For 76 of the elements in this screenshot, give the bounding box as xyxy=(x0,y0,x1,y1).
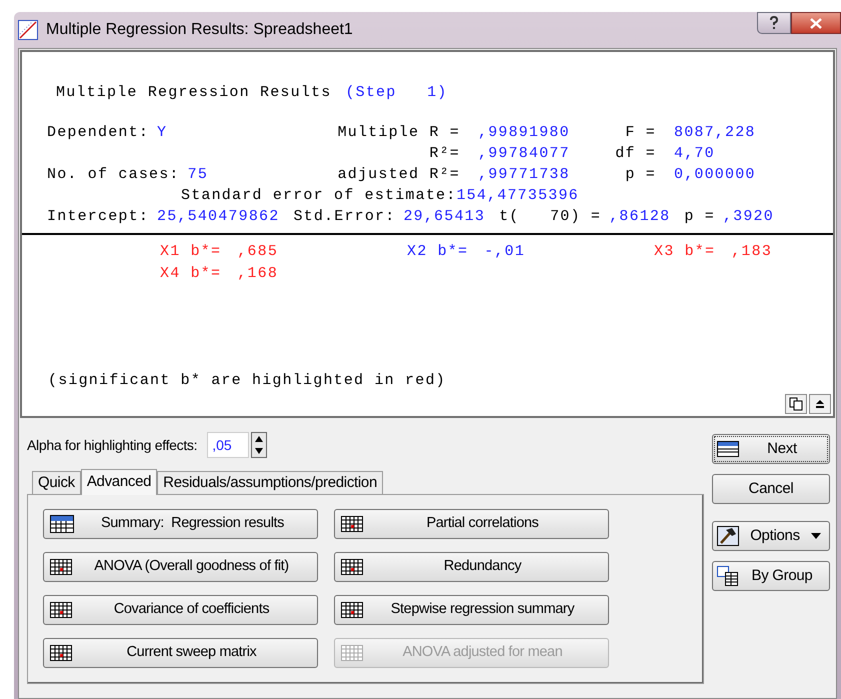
window-title: Multiple Regression Results: Spreadsheet1 xyxy=(46,20,353,40)
arrow-up-icon xyxy=(816,399,824,409)
table-icon xyxy=(50,645,72,661)
stat-label: F = xyxy=(624,124,656,140)
close-icon xyxy=(810,18,822,28)
stat-value: 29,65413 xyxy=(403,208,486,224)
table-icon xyxy=(717,441,739,457)
stat-value: 0,000000 xyxy=(674,166,756,182)
table-icon xyxy=(341,559,363,575)
stat-value: ,86128 xyxy=(609,208,670,224)
stat-label: Standard error of estimate: xyxy=(181,187,456,203)
table-icon xyxy=(341,602,363,618)
coefficient-label: X4 b*= xyxy=(160,265,222,283)
stat-value: 25,540479862 xyxy=(157,208,280,224)
table-icon xyxy=(341,645,363,661)
coefficient-label: X2 b*= xyxy=(407,243,468,261)
hammer-icon xyxy=(717,526,739,546)
action-button[interactable]: ANOVA (Overall goodness of fit) xyxy=(43,552,318,582)
alpha-label: Alpha for highlighting effects: xyxy=(27,436,198,455)
copy-icon xyxy=(789,397,803,411)
stat-value: 154,47735396 xyxy=(456,187,579,203)
table-icon xyxy=(341,516,363,532)
options-dropdown[interactable]: Options xyxy=(712,521,830,551)
by-group-icon xyxy=(717,566,739,586)
action-button[interactable]: Stepwise regression summary xyxy=(334,595,609,625)
action-button[interactable]: Redundancy xyxy=(334,552,609,582)
action-button[interactable]: Current sweep matrix xyxy=(43,638,318,668)
coefficient-value: -,01 xyxy=(484,243,526,261)
stat-value: 8087,228 xyxy=(674,124,756,140)
stat-label: adjusted R²= xyxy=(336,166,460,182)
stat-label: p = xyxy=(624,166,656,182)
stat-label: No. of cases: xyxy=(47,166,180,182)
tab[interactable]: Quick xyxy=(32,471,81,494)
stat-label: Std.Error: xyxy=(293,208,396,224)
stat-value: ,99784077 xyxy=(478,145,570,161)
stat-value: ,99771738 xyxy=(478,166,570,182)
dialog-button[interactable]: By Group xyxy=(712,561,830,591)
table-icon xyxy=(50,559,72,575)
dialog-button[interactable]: Next xyxy=(712,434,830,464)
stat-label: Multiple R = xyxy=(336,124,460,140)
chart-icon xyxy=(18,20,38,40)
stat-value: ,3920 xyxy=(722,208,774,224)
stat-value: ,99891980 xyxy=(478,124,570,140)
stat-value: 4,70 xyxy=(674,145,715,161)
stat-label: p = xyxy=(684,208,715,224)
tab[interactable]: Residuals/assumptions/prediction xyxy=(157,471,384,494)
stat-label: df = xyxy=(614,145,656,161)
caret-icon xyxy=(811,533,821,539)
note-text: (significant b* are highlighted in red) xyxy=(47,372,447,390)
action-button[interactable]: Summary: Regression results xyxy=(43,509,318,539)
stat-label: R²= xyxy=(428,145,460,161)
help-button[interactable] xyxy=(757,12,791,34)
action-button[interactable]: Covariance of coefficients xyxy=(43,595,318,625)
expand-button[interactable] xyxy=(809,394,831,414)
action-button[interactable]: Partial correlations xyxy=(334,509,609,539)
coefficient-value: ,168 xyxy=(237,265,278,283)
dialog-button[interactable]: Cancel xyxy=(712,474,830,504)
coefficient-value: ,685 xyxy=(237,243,278,261)
alpha-field[interactable]: ,05 xyxy=(207,432,250,458)
table-icon xyxy=(50,602,72,618)
spin-buttons[interactable] xyxy=(251,432,268,458)
close-button[interactable] xyxy=(791,12,841,34)
coefficient-value: ,183 xyxy=(731,243,772,261)
coefficient-label: X3 b*= xyxy=(654,243,716,261)
tab[interactable]: Advanced xyxy=(80,469,158,495)
help-icon xyxy=(769,16,779,30)
stat-value: Y xyxy=(157,124,168,140)
coefficient-label: X1 b*= xyxy=(160,243,222,261)
stat-label: Dependent: xyxy=(47,124,150,140)
report-heading: Multiple Regression Results xyxy=(56,84,332,102)
copy-button[interactable] xyxy=(785,394,807,414)
stat-value: 75 xyxy=(188,166,208,182)
stat-label: t( 70) = xyxy=(499,208,602,224)
stat-label: Intercept: xyxy=(47,208,150,224)
summary-table-icon xyxy=(50,515,74,533)
step-label: (Step 1) xyxy=(345,84,448,102)
